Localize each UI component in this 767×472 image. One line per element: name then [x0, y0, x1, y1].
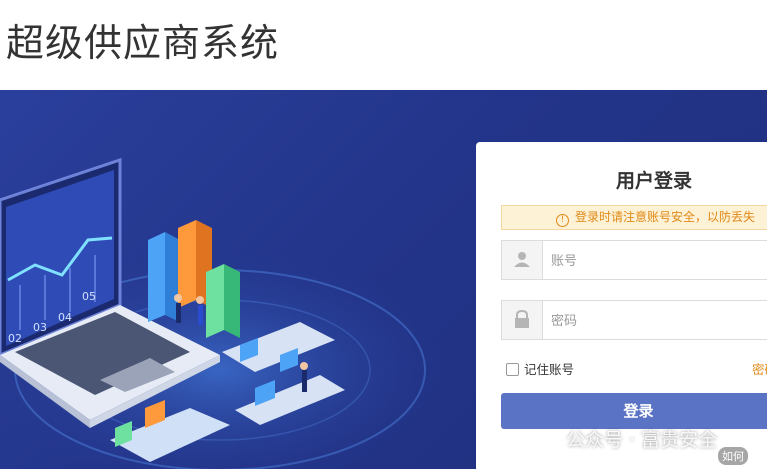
forgot-password-link[interactable]: 密码 — [752, 359, 767, 378]
username-input[interactable] — [543, 241, 767, 281]
lock-icon — [502, 301, 543, 339]
watermark-small: 如何 — [718, 447, 748, 465]
laptop-illustration: 02 03 04 05 — [0, 157, 450, 469]
remember-checkbox[interactable] — [506, 363, 519, 376]
axis-label-04: 04 — [58, 311, 72, 324]
watermark-text: 公众号 · 富贵安全 — [566, 429, 718, 451]
user-icon — [502, 241, 543, 279]
security-warning: ! 登录时请注意账号安全，以防丢失 — [501, 205, 767, 230]
login-title: 用户登录 — [615, 170, 692, 192]
remember-label: 记住账号 — [524, 362, 575, 377]
username-field — [501, 240, 767, 281]
login-button[interactable]: 登录 — [501, 393, 767, 429]
warning-text: 登录时请注意账号安全，以防丢失 — [575, 210, 756, 224]
wechat-icon — [533, 429, 559, 449]
page-title: 超级供应商系统 — [6, 21, 280, 65]
remember-account[interactable]: 记住账号 — [506, 359, 574, 378]
password-input[interactable] — [543, 301, 767, 341]
watermark: 公众号 · 富贵安全 — [532, 425, 717, 452]
axis-label-05: 05 — [82, 290, 96, 303]
axis-label-02: 02 — [8, 332, 22, 345]
axis-label-03: 03 — [33, 321, 47, 334]
warning-icon: ! — [556, 214, 569, 227]
password-field — [501, 300, 767, 341]
header: 超级供应商系统 — [0, 0, 767, 90]
